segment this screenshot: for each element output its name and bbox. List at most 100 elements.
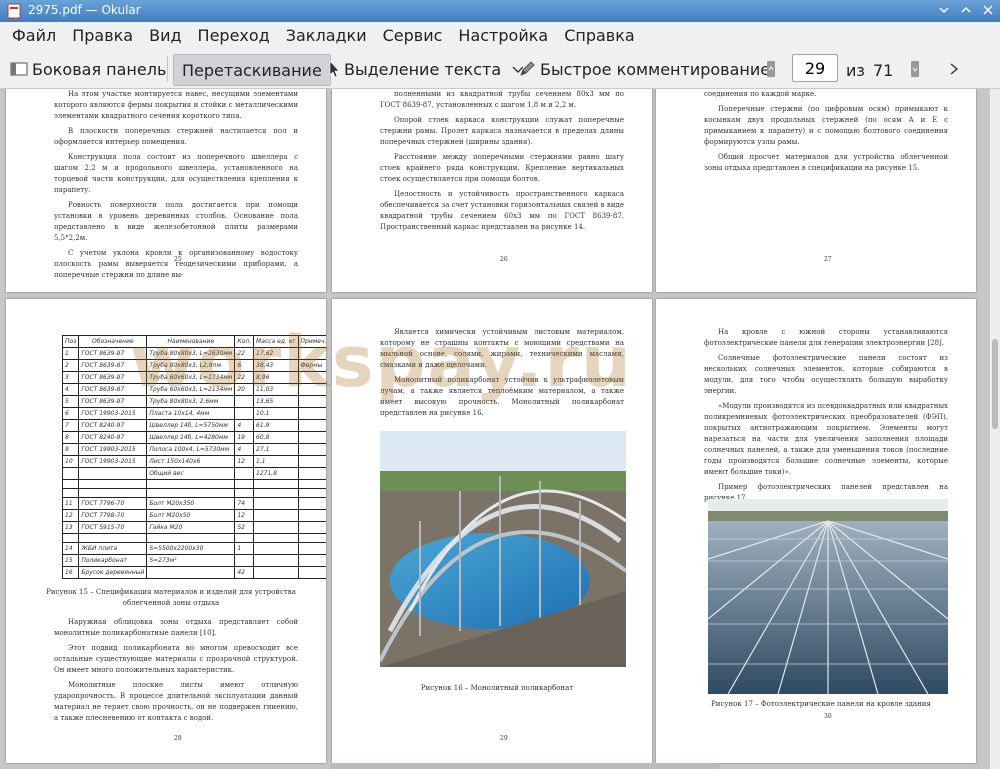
page-30-text: На кровле с южной стороны устанавливаютс…	[704, 327, 948, 508]
scrollbar-thumb[interactable]	[992, 339, 998, 429]
paragraph: полненными из квадратной трубы сечением …	[380, 90, 624, 109]
menu-tools[interactable]: Сервис	[375, 22, 451, 50]
table-cell	[297, 443, 326, 456]
page-number: 29	[500, 735, 508, 742]
table-row: 2 ГОСТ 8639-87 Труба 80х80х3, L2,9пм 6 38,43…	[61, 359, 326, 372]
table-cell	[78, 533, 148, 543]
table-row: 5 ГОСТ 8639-87 Труба 80х80х3, 2,6мм 13,65	[61, 395, 326, 408]
paragraph: Монолитный поликарбонат устойчив к ультр…	[380, 376, 624, 417]
table-cell: ГОСТ 8639-87	[78, 347, 148, 360]
table-cell: 6	[234, 359, 255, 372]
table-cell: 8	[61, 431, 80, 444]
document-viewer[interactable]: На этом участке монтируется навес, несущ…	[0, 89, 990, 769]
table-cell	[61, 488, 80, 498]
table-cell: 16	[61, 566, 80, 579]
window-title: 2975.pdf — Okular	[28, 3, 141, 17]
menu-settings[interactable]: Настройка	[450, 22, 556, 50]
table-cell: 12	[61, 509, 80, 522]
page-total: 71	[873, 61, 894, 80]
table-cell	[297, 467, 326, 480]
table-cell	[297, 395, 326, 408]
paragraph: Общий просчет материалов для устройства …	[704, 153, 948, 172]
page-29: Является химически устойчивым листовым м…	[332, 299, 652, 763]
polycarbonate-pool-photo	[380, 431, 626, 667]
table-cell	[253, 542, 299, 555]
next-page-button[interactable]	[910, 54, 920, 84]
sidebar-toggle-label: Боковая панель	[32, 59, 167, 79]
table-cell: 4	[234, 419, 255, 432]
table-cell: 60,8	[253, 431, 299, 444]
table-cell: 10,1	[253, 407, 299, 420]
arrow-up-icon	[767, 61, 775, 77]
page-number-input[interactable]	[792, 54, 838, 82]
table-cell: Лист 150х140х6	[146, 455, 236, 468]
table-cell	[297, 554, 326, 567]
table-cell: 1	[234, 542, 255, 555]
maximize-icon[interactable]	[958, 2, 974, 18]
menu-file[interactable]: Файл	[0, 22, 64, 50]
table-cell: 1	[61, 347, 80, 360]
table-cell: 13	[61, 521, 80, 534]
table-cell: 2	[61, 359, 80, 372]
table-cell: ГОСТ 8240-97	[78, 419, 148, 432]
sidebar-toggle-button[interactable]: Боковая панель	[10, 54, 166, 84]
table-cell: 3	[61, 371, 80, 384]
table-cell	[234, 554, 255, 567]
table-cell: Общий вес	[146, 467, 236, 480]
toolbar-overflow-button[interactable]	[948, 54, 960, 84]
page-26-text: полненными из квадратной трубы сечением …	[380, 89, 624, 237]
table-cell: Труба 80х80х3, L=2630мм	[146, 347, 236, 360]
previous-page-button[interactable]	[766, 54, 776, 84]
window-controls	[936, 2, 996, 18]
page-number: 25	[174, 256, 182, 263]
table-cell	[61, 467, 80, 480]
minimize-icon[interactable]	[936, 2, 952, 18]
vertical-scrollbar[interactable]	[990, 89, 1000, 769]
table-header-cell: Примеч.	[297, 335, 326, 348]
page-30: На кровле с южной стороны устанавливаютс…	[656, 299, 976, 763]
quick-annotation-button[interactable]: Быстрое комментирование	[518, 54, 770, 84]
paragraph: «Модули производятся из псевдоквадратных…	[704, 402, 948, 476]
table-cell	[297, 347, 326, 360]
table-cell: 13,65	[253, 395, 299, 408]
paragraph: Этот подвид поликарбоната во многом прев…	[54, 644, 298, 674]
table-cell: 6	[61, 407, 80, 420]
table-cell: Труба 60х60х3, L=1734мм	[146, 371, 236, 384]
table-cell: 74	[234, 497, 255, 510]
table-cell	[297, 431, 326, 444]
table-cell: 61,9	[253, 419, 299, 432]
menu-edit[interactable]: Правка	[64, 22, 141, 50]
paragraph: На этом участке монтируется навес, несущ…	[54, 90, 298, 120]
page-number: 26	[500, 256, 508, 263]
table-cell: Труба 60х60х3, L=2134мм	[146, 383, 236, 396]
table-header-cell: Наименование	[146, 335, 236, 348]
text-select-tool-button[interactable]: Выделение текста	[328, 54, 525, 84]
table-cell: Труба 80х80х3, 2,6мм	[146, 395, 236, 408]
page-number: 28	[174, 735, 182, 742]
menu-help[interactable]: Справка	[556, 22, 643, 50]
table-cell: 9	[61, 443, 80, 456]
title-bar[interactable]: 2975.pdf — Okular	[0, 0, 1000, 22]
close-icon[interactable]	[980, 2, 996, 18]
text-select-tool-label: Выделение текста	[344, 59, 502, 79]
arrow-down-icon	[911, 61, 919, 77]
menu-go[interactable]: Переход	[190, 22, 278, 50]
horizontal-scrollbar[interactable]	[330, 763, 720, 769]
table-cell: Швеллер 14б, L=4280мм	[146, 431, 236, 444]
table-row: 12 ГОСТ 7798-70 Болт М20х50 12	[61, 509, 326, 522]
menu-view[interactable]: Вид	[141, 22, 189, 50]
page-of-label: из	[846, 61, 865, 80]
table-cell	[234, 467, 255, 480]
okular-app-icon	[7, 3, 21, 19]
table-row: 16 Брусок деревянный 42	[61, 566, 326, 579]
table-cell: 20	[234, 383, 255, 396]
paragraph: В плоскости поперечных стержней настилае…	[54, 127, 298, 146]
table-cell	[297, 542, 326, 555]
menu-bookmarks[interactable]: Закладки	[278, 22, 375, 50]
browse-tool-button[interactable]: Перетаскивание	[173, 54, 331, 86]
table-cell	[297, 419, 326, 432]
table-cell	[297, 521, 326, 534]
table-row	[61, 533, 326, 543]
table-cell	[146, 488, 236, 498]
table-cell: Пласта 10х14, 4мм	[146, 407, 236, 420]
